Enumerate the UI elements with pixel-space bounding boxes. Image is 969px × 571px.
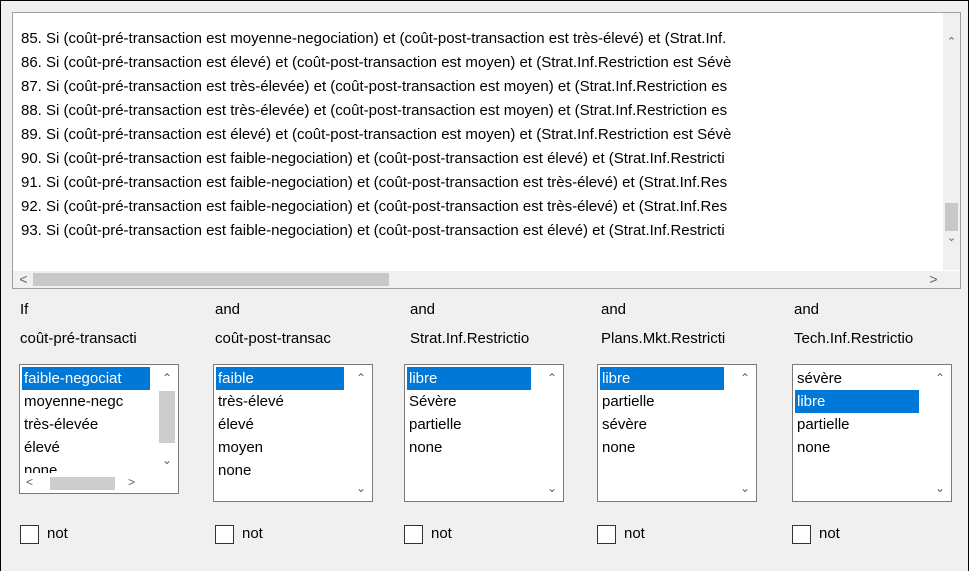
list-option[interactable]: faible <box>216 367 344 390</box>
list-option[interactable]: sévère <box>795 367 842 390</box>
list-option[interactable]: élevé <box>216 413 254 436</box>
listbox-vertical-scrollbar[interactable]: ⌃ ⌄ <box>929 365 951 501</box>
not-checkbox[interactable] <box>404 525 423 544</box>
chevron-down-icon[interactable]: ⌄ <box>159 453 175 467</box>
listbox-vertical-scrollbar[interactable]: ⌃ ⌄ <box>350 365 372 501</box>
list-option[interactable]: libre <box>795 390 919 413</box>
condition-variable: coût-pré-transacti <box>20 330 137 347</box>
listbox-horizontal-scrollbar[interactable]: < > <box>20 473 178 493</box>
rules-vertical-scrollbar[interactable]: ⌃ ⌄ <box>943 13 960 270</box>
not-label: not <box>431 525 452 542</box>
listbox-vertical-scrollbar[interactable]: ⌃ ⌄ <box>734 365 756 501</box>
list-option[interactable]: faible-negociat <box>22 367 150 390</box>
scroll-thumb[interactable] <box>945 203 958 231</box>
chevron-up-icon[interactable]: ⌃ <box>737 371 753 385</box>
chevron-down-icon[interactable]: ⌄ <box>353 481 369 495</box>
list-option[interactable]: none <box>795 436 830 459</box>
list-option[interactable]: none <box>600 436 635 459</box>
not-label: not <box>242 525 263 542</box>
rule-line[interactable]: 89. Si (coût-pré-transaction est élevé) … <box>21 123 731 147</box>
list-option[interactable]: partielle <box>795 413 850 436</box>
value-listbox[interactable]: libre partielle sévère none ⌃ ⌄ <box>597 364 757 502</box>
rule-line[interactable]: 92. Si (coût-pré-transaction est faible-… <box>21 195 727 219</box>
condition-variable: coût-post-transac <box>215 330 331 347</box>
condition-variable: Tech.Inf.Restrictio <box>794 330 914 347</box>
list-option[interactable]: libre <box>600 367 724 390</box>
list-option[interactable]: Sévère <box>407 390 457 413</box>
listbox-vertical-scrollbar[interactable]: ⌃ ⌄ <box>156 365 178 473</box>
not-label: not <box>624 525 645 542</box>
not-checkbox[interactable] <box>215 525 234 544</box>
condition-keyword: and <box>601 301 627 318</box>
not-checkbox[interactable] <box>597 525 616 544</box>
not-label: not <box>819 525 840 542</box>
scroll-thumb[interactable] <box>50 477 115 490</box>
scroll-left-icon[interactable]: < <box>15 271 32 287</box>
not-checkbox[interactable] <box>20 525 39 544</box>
rule-line[interactable]: 87. Si (coût-pré-transaction est très-él… <box>21 75 727 99</box>
list-option[interactable]: none <box>407 436 442 459</box>
chevron-right-icon[interactable]: > <box>128 475 135 489</box>
list-option[interactable]: none <box>216 459 251 482</box>
rule-line[interactable]: 88. Si (coût-pré-transaction est très-él… <box>21 99 727 123</box>
condition-keyword: and <box>410 301 436 318</box>
condition-variable: Strat.Inf.Restrictio <box>410 330 530 347</box>
scrollbar-corner <box>943 271 960 288</box>
listbox-vertical-scrollbar[interactable]: ⌃ ⌄ <box>541 365 563 501</box>
scroll-right-icon[interactable]: > <box>925 271 942 287</box>
scroll-thumb[interactable] <box>159 391 175 443</box>
list-option[interactable]: très-élevé <box>216 390 284 413</box>
condition-keyword: and <box>215 301 241 318</box>
list-option[interactable]: moyenne-negc <box>22 390 123 413</box>
value-listbox[interactable]: sévère libre partielle none ⌃ ⌄ <box>792 364 952 502</box>
list-option[interactable]: libre <box>407 367 531 390</box>
scroll-up-icon[interactable]: ⌃ <box>943 35 960 48</box>
condition-keyword: If <box>20 301 29 318</box>
chevron-down-icon[interactable]: ⌄ <box>932 481 948 495</box>
not-label: not <box>47 525 68 542</box>
rule-line[interactable]: 86. Si (coût-pré-transaction est élevé) … <box>21 51 731 75</box>
rule-line[interactable]: 90. Si (coût-pré-transaction est faible-… <box>21 147 725 171</box>
list-option[interactable]: élevé <box>22 436 60 459</box>
list-option[interactable]: moyen <box>216 436 263 459</box>
list-option[interactable]: sévère <box>600 413 647 436</box>
condition-variable: Plans.Mkt.Restricti <box>601 330 726 347</box>
rules-horizontal-scrollbar[interactable]: < > <box>13 271 943 288</box>
chevron-down-icon[interactable]: ⌄ <box>544 481 560 495</box>
rule-line[interactable]: 93. Si (coût-pré-transaction est faible-… <box>21 219 725 243</box>
rules-list: 85. Si (coût-pré-transaction est moyenne… <box>13 13 943 270</box>
list-option[interactable]: partielle <box>407 413 462 436</box>
rules-listbox[interactable]: 85. Si (coût-pré-transaction est moyenne… <box>12 12 961 289</box>
condition-keyword: and <box>794 301 820 318</box>
value-listbox[interactable]: faible très-élevé élevé moyen none ⌃ ⌄ <box>213 364 373 502</box>
value-listbox[interactable]: libre Sévère partielle none ⌃ ⌄ <box>404 364 564 502</box>
chevron-up-icon[interactable]: ⌃ <box>353 371 369 385</box>
not-checkbox[interactable] <box>792 525 811 544</box>
list-option[interactable]: très-élevée <box>22 413 98 436</box>
rule-line[interactable]: 85. Si (coût-pré-transaction est moyenne… <box>21 27 726 51</box>
chevron-down-icon[interactable]: ⌄ <box>737 481 753 495</box>
value-listbox[interactable]: faible-negociat moyenne-negc très-élevée… <box>19 364 179 494</box>
rule-editor-panel: 85. Si (coût-pré-transaction est moyenne… <box>0 0 969 571</box>
chevron-up-icon[interactable]: ⌃ <box>159 371 175 385</box>
rule-line[interactable]: 91. Si (coût-pré-transaction est faible-… <box>21 171 727 195</box>
scroll-down-icon[interactable]: ⌄ <box>943 231 960 244</box>
scroll-thumb[interactable] <box>33 273 389 286</box>
chevron-up-icon[interactable]: ⌃ <box>932 371 948 385</box>
chevron-left-icon[interactable]: < <box>26 475 33 489</box>
list-option[interactable]: partielle <box>600 390 655 413</box>
chevron-up-icon[interactable]: ⌃ <box>544 371 560 385</box>
